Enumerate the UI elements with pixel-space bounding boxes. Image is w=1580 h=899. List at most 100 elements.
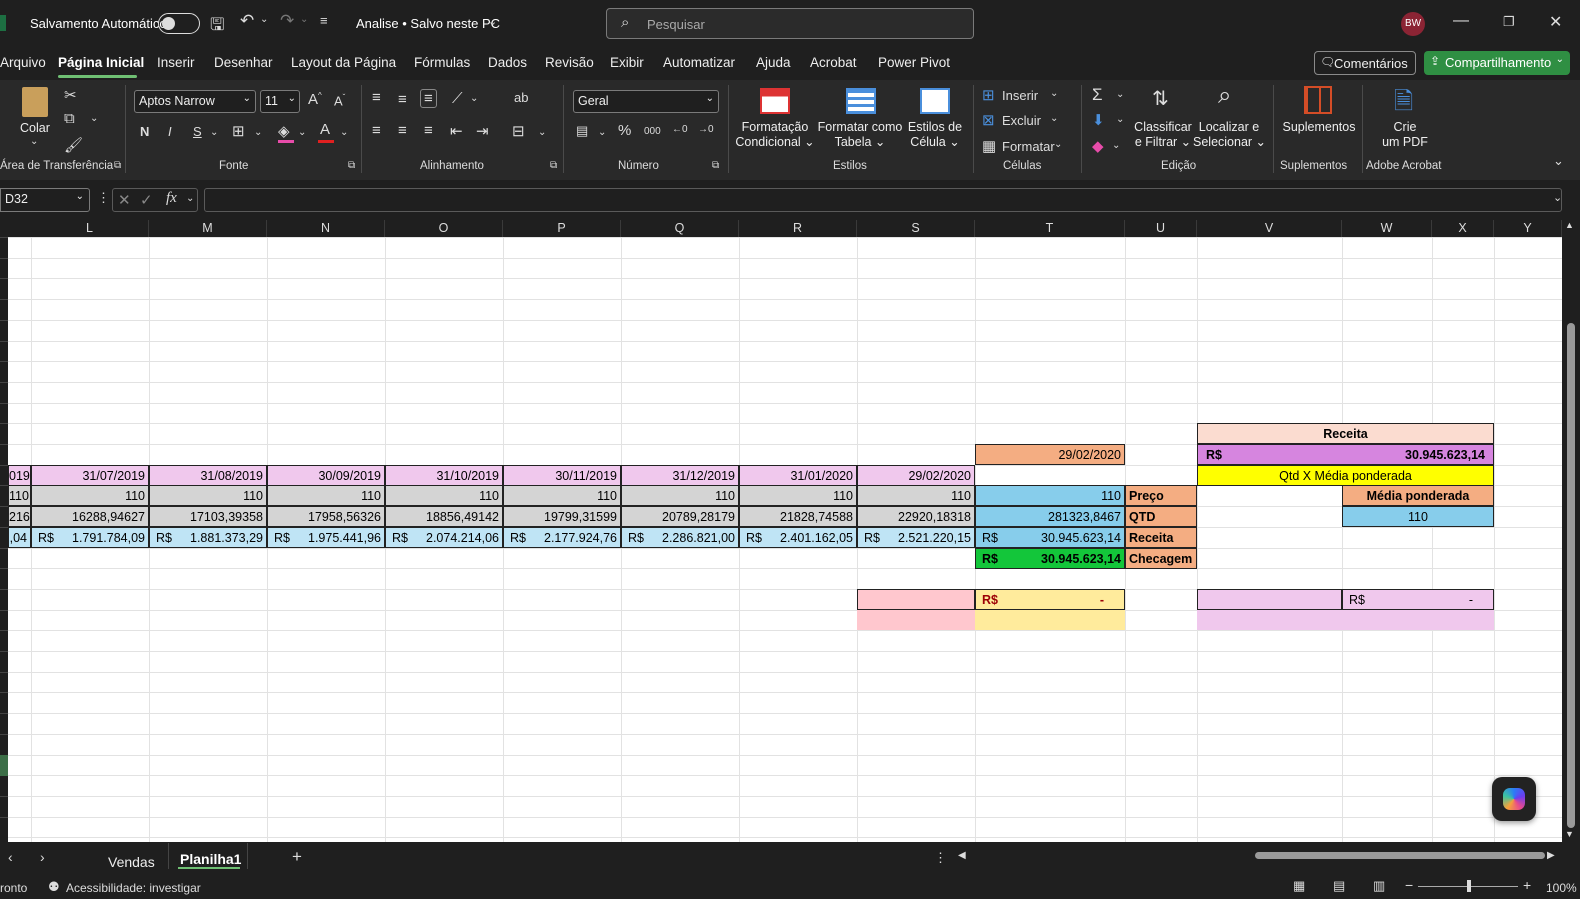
cell-receita-value[interactable]: R$ 30.945.623,14 bbox=[1197, 444, 1494, 465]
autosum-chevron-icon[interactable]: ⌄ bbox=[1116, 89, 1124, 100]
conditional-formatting-icon[interactable] bbox=[760, 88, 790, 114]
cell-v-empty[interactable] bbox=[1197, 589, 1342, 610]
column-header-x[interactable]: X bbox=[1432, 220, 1494, 237]
cell-t-date[interactable]: 29/02/2020 bbox=[975, 444, 1125, 465]
fx-chevron-icon[interactable]: ⌄ bbox=[186, 193, 194, 204]
fill-color-chevron-icon[interactable]: ⌄ bbox=[298, 127, 306, 138]
zoom-in-icon[interactable]: + bbox=[1523, 877, 1531, 893]
vertical-scroll-thumb[interactable] bbox=[1567, 323, 1575, 828]
cell-qty[interactable]: 110 bbox=[857, 485, 975, 506]
menu-desenhar[interactable]: Desenhar bbox=[214, 55, 273, 70]
addins-icon[interactable] bbox=[1304, 86, 1332, 114]
cell-qty[interactable]: 110 bbox=[267, 485, 385, 506]
format-as-table-icon[interactable] bbox=[846, 88, 876, 114]
menu-acrobat[interactable]: Acrobat bbox=[810, 55, 857, 70]
format-cells-button[interactable]: Formatar bbox=[1002, 139, 1055, 154]
orientation-chevron-icon[interactable]: ⌄ bbox=[470, 93, 478, 104]
cell-t-check[interactable]: R$ 30.945.623,14 bbox=[975, 548, 1125, 569]
scroll-left-icon[interactable]: ◀ bbox=[958, 850, 966, 861]
menu-inserir[interactable]: Inserir bbox=[157, 55, 195, 70]
paste-icon[interactable] bbox=[22, 87, 48, 117]
cell-date[interactable]: 29/02/2020 bbox=[857, 465, 975, 486]
sort-filter-icon[interactable]: ⇅ bbox=[1152, 86, 1169, 111]
copy-chevron-icon[interactable]: ⌄ bbox=[90, 113, 98, 124]
font-name-select[interactable]: Aptos Narrow ⌄ bbox=[134, 90, 256, 113]
menu-automatizar[interactable]: Automatizar bbox=[663, 55, 735, 70]
normal-view-icon[interactable]: ▦ bbox=[1293, 878, 1305, 894]
column-header-w[interactable]: W bbox=[1342, 220, 1432, 237]
align-center-icon[interactable]: ≡ bbox=[398, 122, 407, 139]
grow-font-icon[interactable]: A^ bbox=[308, 91, 322, 108]
cell-u-label[interactable]: QTD bbox=[1125, 506, 1197, 527]
cell-s-empty[interactable] bbox=[857, 589, 975, 610]
column-header-m[interactable]: M bbox=[149, 220, 267, 237]
next-sheet-icon[interactable]: › bbox=[40, 849, 45, 865]
share-button[interactable]: ⇪ Compartilhamento ⌄ bbox=[1424, 51, 1570, 75]
undo-icon[interactable]: ↶ bbox=[240, 11, 254, 31]
column-header-s[interactable]: S bbox=[857, 220, 975, 237]
cell-partial-revenue[interactable]: ,04 bbox=[8, 527, 31, 548]
cell-date[interactable]: 31/10/2019 bbox=[385, 465, 503, 486]
cell-partial-price[interactable]: 216 bbox=[8, 506, 31, 527]
cell-partial-date[interactable]: 019 bbox=[8, 465, 31, 486]
merge-chevron-icon[interactable]: ⌄ bbox=[538, 127, 546, 138]
insert-chevron-icon[interactable]: ⌄ bbox=[1050, 88, 1058, 99]
paste-chevron-icon[interactable]: ⌄ bbox=[30, 136, 38, 147]
menu-arquivo[interactable]: Arquivo bbox=[0, 55, 46, 70]
search-box[interactable]: ⌕ Pesquisar bbox=[606, 8, 974, 39]
minimize-icon[interactable]: — bbox=[1453, 12, 1469, 30]
bold-button[interactable]: N bbox=[140, 124, 149, 139]
cell-qty[interactable]: 110 bbox=[31, 485, 149, 506]
cell-date[interactable]: 31/08/2019 bbox=[149, 465, 267, 486]
column-header-q[interactable]: Q bbox=[621, 220, 739, 237]
cell-revenue[interactable]: R$ 2.074.214,06 bbox=[385, 527, 503, 548]
cell-s-empty-2[interactable] bbox=[857, 610, 975, 630]
scroll-down-icon[interactable]: ▼ bbox=[1565, 829, 1574, 839]
accessibility-status[interactable]: Acessibilidade: investigar bbox=[66, 881, 201, 895]
cell-u-label[interactable]: Checagem bbox=[1125, 548, 1197, 569]
sheet-tab-vendas[interactable]: Vendas bbox=[108, 854, 155, 870]
menu-dados[interactable]: Dados bbox=[488, 55, 527, 70]
number-format-select[interactable]: Geral ⌄ bbox=[573, 90, 719, 113]
name-box[interactable]: D32 ⌄ bbox=[0, 188, 90, 212]
cell-u-label[interactable]: Receita bbox=[1125, 527, 1197, 548]
cell-receita-header[interactable]: Receita bbox=[1197, 423, 1494, 444]
format-cells-icon[interactable]: ▦ bbox=[982, 137, 996, 155]
prev-sheet-icon[interactable]: ‹ bbox=[8, 849, 13, 865]
cell-t-revenue[interactable]: R$ 30.945.623,14 bbox=[975, 527, 1125, 548]
delete-cells-icon[interactable]: ⊠ bbox=[982, 111, 995, 129]
menu-ajuda[interactable]: Ajuda bbox=[756, 55, 791, 70]
cell-qtd-media[interactable]: Qtd X Média ponderada bbox=[1197, 465, 1494, 486]
column-header-o[interactable]: O bbox=[385, 220, 503, 237]
menu-formulas[interactable]: Fórmulas bbox=[414, 55, 470, 70]
restore-icon[interactable]: ❐ bbox=[1503, 14, 1515, 30]
cell-price[interactable]: 19799,31599 bbox=[503, 506, 621, 527]
decrease-decimal-icon[interactable]: →0 bbox=[698, 124, 714, 135]
cell-t-qty[interactable]: 281323,8467 bbox=[975, 506, 1125, 527]
sheet-tab-planilha1[interactable]: Planilha1 bbox=[180, 851, 241, 867]
increase-indent-icon[interactable]: ⇥ bbox=[476, 122, 489, 140]
cell-media-header[interactable]: Média ponderada bbox=[1342, 485, 1494, 506]
cut-icon[interactable]: ✂ bbox=[64, 86, 77, 104]
customize-toolbar-icon[interactable]: ≡ bbox=[320, 13, 328, 28]
save-icon[interactable]: 🖫 bbox=[210, 12, 224, 41]
zoom-slider-thumb[interactable] bbox=[1467, 880, 1471, 892]
cell-t-dash[interactable]: R$ - bbox=[975, 589, 1125, 610]
cell-price[interactable]: 18856,49142 bbox=[385, 506, 503, 527]
clear-chevron-icon[interactable]: ⌄ bbox=[1112, 140, 1120, 151]
cell-t-price[interactable]: 110 bbox=[975, 485, 1125, 506]
cell-u-label[interactable]: Preço bbox=[1125, 485, 1197, 506]
menu-exibir[interactable]: Exibir bbox=[610, 55, 644, 70]
copy-icon[interactable]: ⧉ bbox=[64, 110, 75, 127]
align-top-icon[interactable]: ≡ bbox=[372, 89, 381, 106]
tab-split-icon[interactable]: ⋮ bbox=[934, 850, 947, 866]
cell-t-empty-2[interactable] bbox=[975, 610, 1125, 630]
borders-icon[interactable]: ⊞ bbox=[232, 122, 245, 140]
format-chevron-icon[interactable]: ⌄ bbox=[1054, 139, 1062, 150]
accessibility-icon[interactable]: ⚉ bbox=[48, 879, 60, 895]
paste-label[interactable]: Colar bbox=[20, 121, 50, 136]
accounting-chevron-icon[interactable]: ⌄ bbox=[598, 127, 606, 138]
increase-decimal-icon[interactable]: ←0 bbox=[672, 124, 688, 135]
zoom-level[interactable]: 100% bbox=[1546, 881, 1577, 895]
italic-button[interactable]: I bbox=[168, 124, 172, 139]
